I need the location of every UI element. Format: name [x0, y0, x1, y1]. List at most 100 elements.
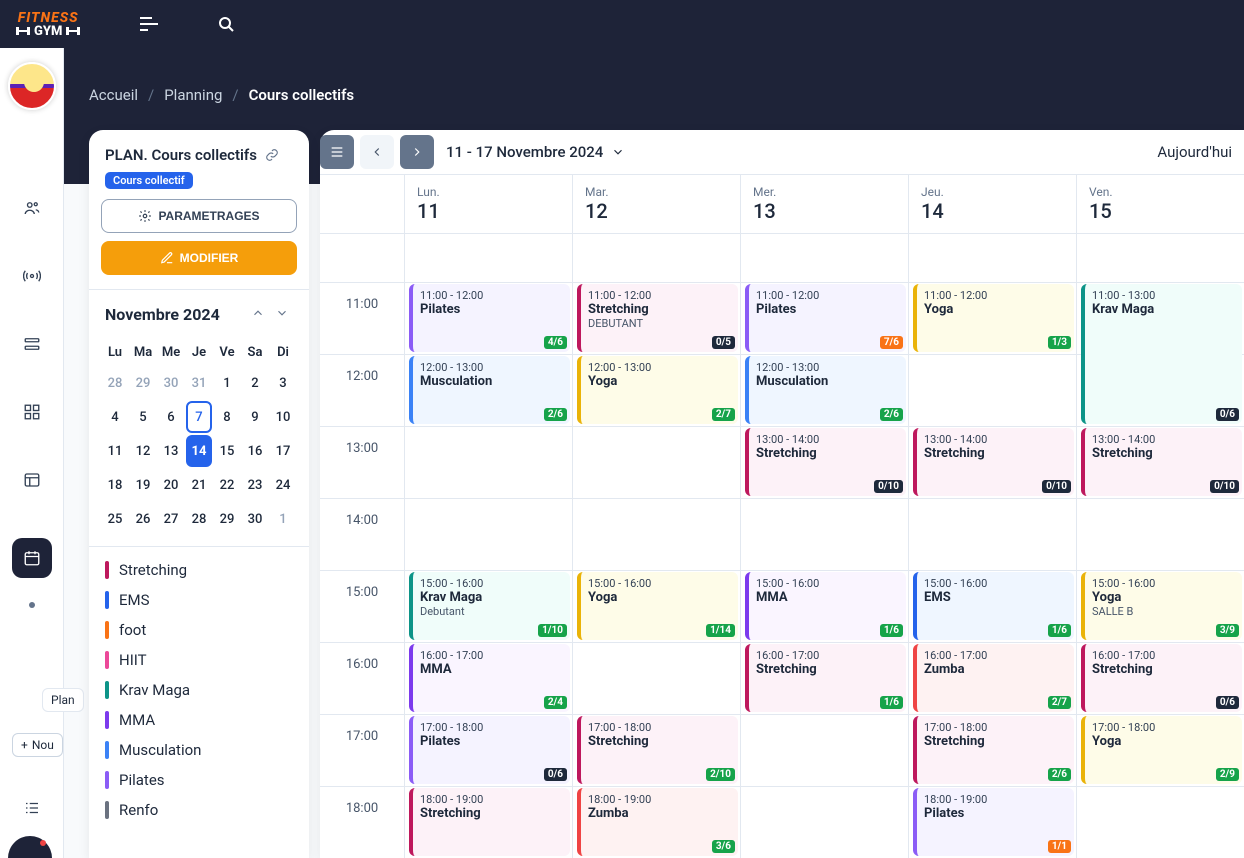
category-item[interactable]: MMA: [105, 711, 293, 729]
prev-week-button[interactable]: [360, 135, 394, 169]
nav-broadcast-icon[interactable]: [22, 266, 42, 286]
calendar-event[interactable]: 11:00 - 12:00StretchingDEBUTANT0/5: [577, 284, 738, 352]
calendar-event[interactable]: 15:00 - 16:00EMS1/6: [913, 572, 1074, 640]
logo[interactable]: FITNESS GYM: [16, 11, 80, 38]
calendar-event[interactable]: 11:00 - 12:00Pilates7/6: [745, 284, 906, 352]
minical-day[interactable]: 12: [130, 435, 156, 467]
minical-day[interactable]: 23: [242, 469, 268, 501]
calendar-event[interactable]: 15:00 - 16:00Yoga1/14: [577, 572, 738, 640]
minical-day[interactable]: 19: [130, 469, 156, 501]
category-item[interactable]: Pilates: [105, 771, 293, 789]
nav-users-icon[interactable]: [22, 198, 42, 218]
minical-day[interactable]: 1: [270, 503, 296, 535]
calendar-event[interactable]: 18:00 - 19:00Pilates1/1: [913, 788, 1074, 856]
minical-day[interactable]: 1: [214, 367, 240, 399]
minical-day[interactable]: 2: [242, 367, 268, 399]
calendar-event[interactable]: 13:00 - 14:00Stretching0/10: [913, 428, 1074, 496]
calendar-event[interactable]: 17:00 - 18:00Stretching2/10: [577, 716, 738, 784]
category-item[interactable]: foot: [105, 621, 293, 639]
next-week-button[interactable]: [400, 135, 434, 169]
minical-day[interactable]: 29: [130, 367, 156, 399]
calendar-event[interactable]: 18:00 - 19:00Zumba3/6: [577, 788, 738, 856]
minical-day[interactable]: 6: [158, 401, 184, 433]
calendar-event[interactable]: 13:00 - 14:00Stretching0/10: [745, 428, 906, 496]
nav-list-icon[interactable]: [22, 334, 42, 354]
category-swatch: [105, 741, 109, 759]
nav-calendar-icon[interactable]: [12, 538, 52, 578]
calendar-event[interactable]: 11:00 - 13:00Krav Maga0/6: [1081, 284, 1242, 424]
new-button[interactable]: + Nou: [12, 733, 63, 757]
category-item[interactable]: HIIT: [105, 651, 293, 669]
category-item[interactable]: Musculation: [105, 741, 293, 759]
minical-day[interactable]: 29: [214, 503, 240, 535]
link-icon[interactable]: [265, 148, 279, 162]
category-item[interactable]: Krav Maga: [105, 681, 293, 699]
minical-day[interactable]: 24: [270, 469, 296, 501]
barbell-icon: [16, 27, 30, 35]
calendar-event[interactable]: 13:00 - 14:00Stretching0/10: [1081, 428, 1242, 496]
minical-prev-button[interactable]: [247, 302, 269, 327]
calendar-event[interactable]: 15:00 - 16:00Krav MagaDebutant1/10: [409, 572, 570, 640]
minical-day[interactable]: 15: [214, 435, 240, 467]
calendar-event[interactable]: 17:00 - 18:00Pilates0/6: [409, 716, 570, 784]
search-icon[interactable]: [218, 16, 234, 32]
modify-button[interactable]: MODIFIER: [101, 241, 297, 275]
minical-day[interactable]: 20: [158, 469, 184, 501]
calendar-event[interactable]: 17:00 - 18:00Yoga2/9: [1081, 716, 1242, 784]
menu-toggle-icon[interactable]: [140, 17, 158, 31]
minical-day[interactable]: 28: [186, 503, 212, 535]
date-range-picker[interactable]: 11 - 17 Novembre 2024: [446, 143, 625, 161]
minical-day[interactable]: 14: [186, 435, 212, 467]
minical-next-button[interactable]: [271, 302, 293, 327]
calendar-event[interactable]: 16:00 - 17:00MMA2/4: [409, 644, 570, 712]
minical-day[interactable]: 25: [102, 503, 128, 535]
minical-day[interactable]: 13: [158, 435, 184, 467]
calendar-event[interactable]: 12:00 - 13:00Musculation2/6: [745, 356, 906, 424]
category-item[interactable]: Stretching: [105, 561, 293, 579]
calendar-event[interactable]: 12:00 - 13:00Musculation2/6: [409, 356, 570, 424]
view-list-button[interactable]: [320, 135, 354, 169]
minical-day[interactable]: 31: [186, 367, 212, 399]
category-item[interactable]: Renfo: [105, 801, 293, 819]
minical-day[interactable]: 10: [270, 401, 296, 433]
minical-day[interactable]: 8: [214, 401, 240, 433]
minical-day[interactable]: 22: [214, 469, 240, 501]
calendar-grid[interactable]: 11:0012:0013:0014:0015:0016:0017:0018:00…: [320, 234, 1244, 858]
calendar-event[interactable]: 12:00 - 13:00Yoga2/7: [577, 356, 738, 424]
nav-grid-icon[interactable]: [22, 402, 42, 422]
minical-day[interactable]: 28: [102, 367, 128, 399]
minical-day[interactable]: 16: [242, 435, 268, 467]
breadcrumb-item[interactable]: Accueil: [89, 86, 138, 104]
help-widget-icon[interactable]: [8, 836, 52, 858]
minical-day[interactable]: 4: [102, 401, 128, 433]
calendar-event[interactable]: 16:00 - 17:00Stretching1/6: [745, 644, 906, 712]
breadcrumb-item[interactable]: Planning: [164, 86, 222, 104]
minical-day[interactable]: 17: [270, 435, 296, 467]
params-button[interactable]: PARAMETRAGES: [101, 199, 297, 233]
calendar-event[interactable]: 11:00 - 12:00Pilates4/6: [409, 284, 570, 352]
calendar-event[interactable]: 16:00 - 17:00Zumba2/7: [913, 644, 1074, 712]
today-button[interactable]: Aujourd'hui: [1157, 143, 1232, 161]
minical-day[interactable]: 5: [130, 401, 156, 433]
minical-day[interactable]: 30: [158, 367, 184, 399]
nav-window-icon[interactable]: [22, 470, 42, 490]
calendar-event[interactable]: 15:00 - 16:00YogaSALLE B3/9: [1081, 572, 1242, 640]
minical-day[interactable]: 21: [186, 469, 212, 501]
calendar-event[interactable]: 15:00 - 16:00MMA1/6: [745, 572, 906, 640]
nav-outline-icon[interactable]: [22, 798, 42, 818]
calendar-event[interactable]: 16:00 - 17:00Stretching0/6: [1081, 644, 1242, 712]
minical-day[interactable]: 11: [102, 435, 128, 467]
minical-day[interactable]: 3: [270, 367, 296, 399]
minical-day[interactable]: 7: [186, 401, 212, 433]
minical-day[interactable]: 18: [102, 469, 128, 501]
calendar-event[interactable]: 18:00 - 19:00Stretching: [409, 788, 570, 856]
calendar-event[interactable]: 17:00 - 18:00Stretching2/6: [913, 716, 1074, 784]
calendar-event[interactable]: 11:00 - 12:00Yoga1/3: [913, 284, 1074, 352]
minical-day[interactable]: 26: [130, 503, 156, 535]
minical-day[interactable]: 9: [242, 401, 268, 433]
avatar[interactable]: [8, 62, 56, 110]
day-column: 11:00 - 12:00Pilates7/612:00 - 13:00Musc…: [740, 234, 908, 858]
category-item[interactable]: EMS: [105, 591, 293, 609]
minical-day[interactable]: 30: [242, 503, 268, 535]
minical-day[interactable]: 27: [158, 503, 184, 535]
